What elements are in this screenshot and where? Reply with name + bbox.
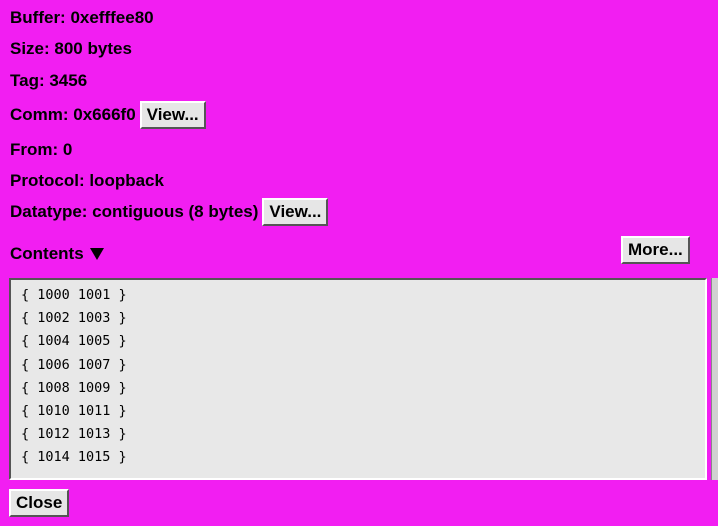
list-item: { 1006 1007 } — [21, 356, 127, 373]
list-item: { 1014 1015 } — [21, 449, 127, 466]
from-label: From: 0 — [10, 140, 73, 159]
from-field: From: 0 — [10, 140, 72, 160]
size-label: Size: 800 bytes — [10, 39, 132, 58]
comm-field: Comm: 0x666f0 View... — [10, 101, 206, 129]
comm-label: Comm: 0x666f0 — [10, 105, 136, 124]
comm-view-button[interactable]: View... — [139, 101, 206, 129]
list-item: { 1008 1009 } — [21, 379, 127, 396]
datatype-field: Datatype: contiguous (8 bytes) View... — [10, 198, 329, 226]
contents-toggle[interactable]: Contents — [10, 244, 104, 264]
protocol-field: Protocol: loopback — [10, 171, 164, 191]
list-item: { 1010 1011 } — [21, 403, 127, 420]
size-field: Size: 800 bytes — [10, 39, 132, 59]
more-button[interactable]: More... — [621, 236, 690, 264]
tag-label: Tag: 3456 — [10, 71, 88, 90]
close-button[interactable]: Close — [9, 489, 70, 517]
contents-list[interactable]: { 1000 1001 } { 1002 1003 } { 1004 1005 … — [9, 278, 707, 480]
list-item: { 1004 1005 } — [21, 333, 127, 350]
buffer-field: Buffer: 0xefffee80 — [10, 8, 154, 28]
datatype-label: Datatype: contiguous (8 bytes) — [10, 202, 259, 221]
list-item: { 1002 1003 } — [21, 310, 127, 327]
tag-field: Tag: 3456 — [10, 71, 87, 91]
buffer-label: Buffer: 0xefffee80 — [10, 8, 154, 27]
triangle-down-icon — [89, 248, 104, 260]
scrollbar[interactable] — [711, 278, 718, 480]
list-item: { 1012 1013 } — [21, 426, 127, 443]
datatype-view-button[interactable]: View... — [262, 198, 329, 226]
protocol-label: Protocol: loopback — [10, 171, 164, 190]
contents-label: Contents — [10, 244, 84, 263]
list-item: { 1000 1001 } — [21, 287, 127, 303]
